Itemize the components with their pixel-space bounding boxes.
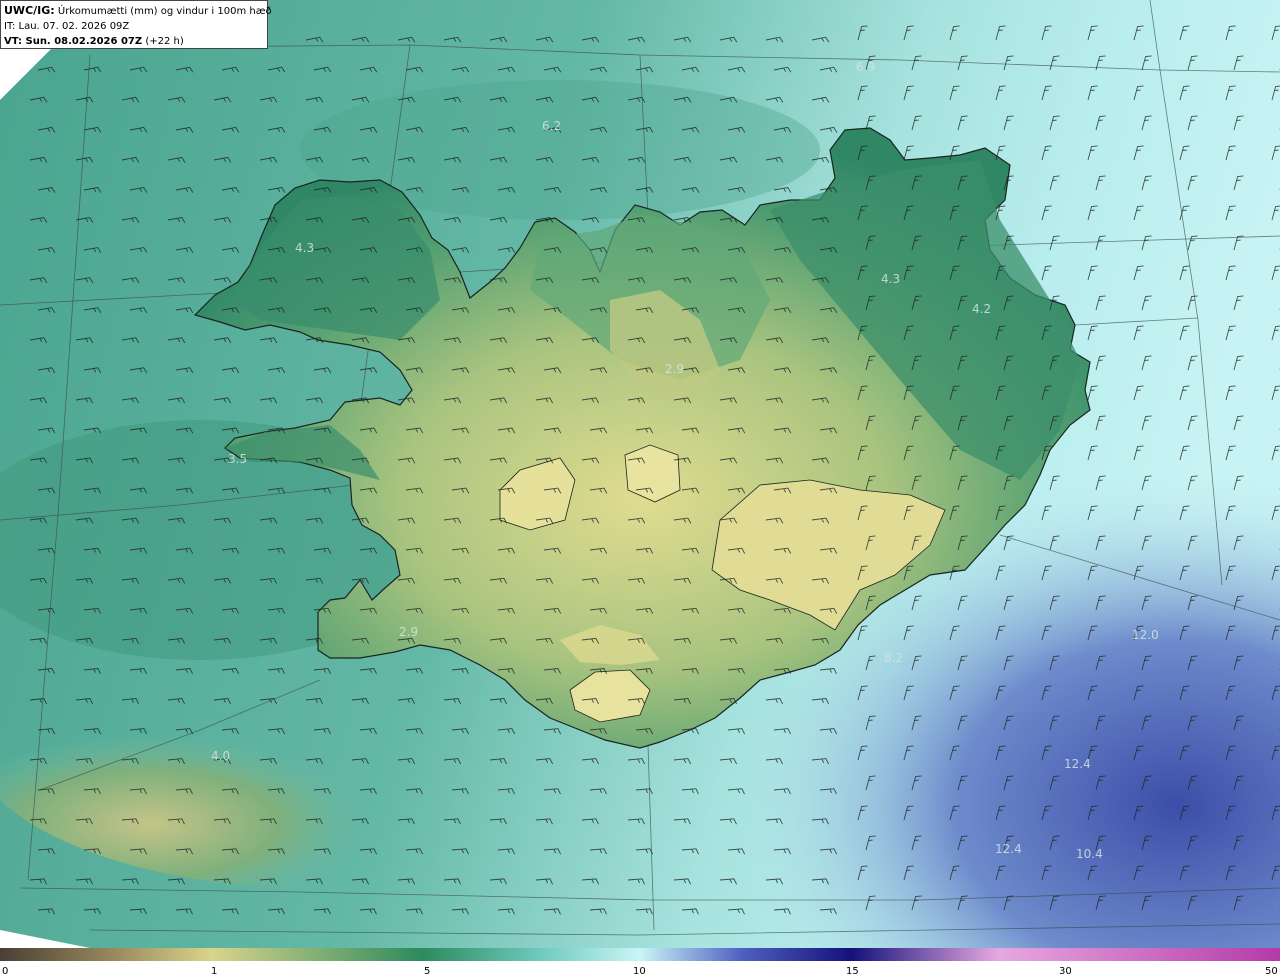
field-description: Úrkomumætti (mm) og vindur i 100m hæð (57, 6, 272, 17)
map-title: UWC/IG: Úrkomumætti (mm) og vindur i 100… (4, 3, 272, 19)
value-label: 12.4 (1064, 757, 1091, 771)
colorbar-gradient (0, 948, 1280, 961)
value-label: 4.0 (211, 749, 230, 763)
model-name: UWC/IG: (4, 4, 55, 17)
colorbar-tick-label: 10 (633, 966, 646, 977)
value-label: 4.2 (972, 302, 991, 316)
value-label: 10.4 (1076, 847, 1103, 861)
precipitation-map: 6.9 6.2 4.3 4.3 4.2 2.9 3.5 2.9 4.0 8.2 … (0, 0, 1280, 948)
colorbar-tick-label: 5 (424, 966, 430, 977)
value-label: 4.3 (295, 241, 314, 255)
valid-time: VT: Sun. 08.02.2026 07Z (+22 h) (4, 34, 264, 49)
colorbar-tick-label: 15 (846, 966, 859, 977)
value-label: 6.9 (856, 60, 875, 74)
value-label: 3.5 (228, 452, 247, 466)
colorbar: 0 1 5 10 15 30 50 (0, 948, 1280, 977)
value-label: 2.9 (665, 362, 684, 376)
colorbar-tick-label: 1 (211, 966, 217, 977)
value-label: 8.2 (884, 651, 903, 665)
value-label: 2.9 (399, 625, 418, 639)
initial-time: IT: Lau. 07. 02. 2026 09Z (4, 21, 130, 32)
colorbar-tick-label: 30 (1059, 966, 1072, 977)
map-info-box: UWC/IG: Úrkomumætti (mm) og vindur i 100… (0, 0, 272, 49)
valid-time-date: VT: Sun. 08.02.2026 07Z (4, 36, 143, 47)
value-label: 12.4 (995, 842, 1022, 856)
lead-time: (+22 h) (145, 36, 184, 47)
value-label: 6.2 (542, 119, 561, 133)
value-label: 12.0 (1132, 628, 1159, 642)
colorbar-tick-label: 0 (2, 966, 8, 977)
colorbar-tick-label: 50 (1265, 966, 1278, 977)
value-label: 4.3 (881, 272, 900, 286)
